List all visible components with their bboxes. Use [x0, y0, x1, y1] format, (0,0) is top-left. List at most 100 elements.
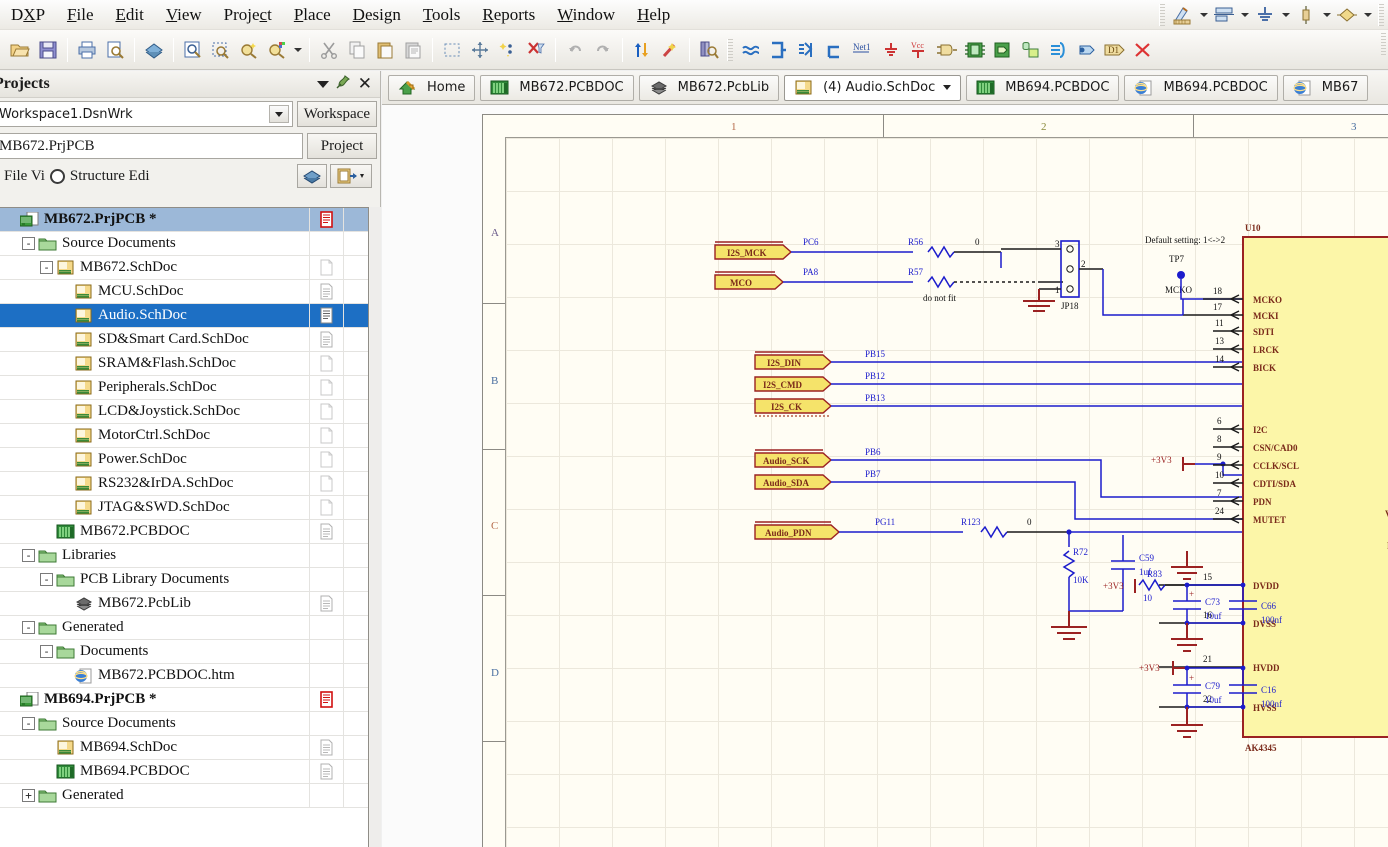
menu-window[interactable]: Window	[546, 3, 626, 27]
document-options-button[interactable]	[330, 164, 372, 188]
tree-item-mb672-pcblib[interactable]: MB672.PcbLib	[0, 592, 368, 616]
save-icon[interactable]	[34, 37, 62, 63]
net-label-icon[interactable]: Net1	[849, 37, 877, 63]
collapse-toggle-icon[interactable]: -	[22, 717, 35, 730]
tree-item-rs232-irda-schdoc[interactable]: RS232&IrDA.SchDoc	[0, 472, 368, 496]
pin-icon[interactable]	[336, 74, 351, 94]
toolbar-grip-3[interactable]	[727, 38, 733, 61]
menu-reports[interactable]: Reports	[471, 3, 546, 27]
port-audio-sda[interactable]: Audio_SDA	[754, 474, 833, 490]
tree-item-mb694-pcbdoc[interactable]: MB694.PCBDOC	[0, 760, 368, 784]
collapse-toggle-icon[interactable]: -	[22, 621, 35, 634]
resistor-icon[interactable]	[1292, 2, 1320, 28]
printer-icon[interactable]	[73, 37, 101, 63]
menu-file[interactable]: File	[56, 3, 104, 27]
device-sheet-icon[interactable]	[1017, 37, 1045, 63]
tree-item-mb672-schdoc[interactable]: - MB672.SchDoc	[0, 256, 368, 280]
expand-toggle-icon[interactable]: +	[22, 789, 35, 802]
toolbar-grip-2[interactable]	[1378, 4, 1384, 26]
view-mode-radio[interactable]	[49, 168, 65, 184]
board-icon[interactable]	[140, 37, 168, 63]
toolbar-grip[interactable]	[1159, 4, 1165, 26]
document-tab-home[interactable]: Home	[388, 74, 476, 101]
tree-item-libraries[interactable]: - Libraries	[0, 544, 368, 568]
redo-icon[interactable]	[589, 37, 617, 63]
menu-tools[interactable]: Tools	[412, 3, 472, 27]
resistor-r56[interactable]: R56 0	[908, 237, 980, 259]
port-mco[interactable]: MCO	[714, 271, 785, 290]
project-combo[interactable]: MB672.PrjPCB	[0, 133, 303, 159]
jumper-jp18[interactable]: 3 2 1 JP18	[1055, 239, 1086, 311]
collapse-toggle-icon[interactable]: -	[40, 645, 53, 658]
menu-dxp[interactable]: DXP	[0, 3, 56, 27]
zoom-selected-icon[interactable]	[235, 37, 263, 63]
tree-item-jtag-swd-schdoc[interactable]: JTAG&SWD.SchDoc	[0, 496, 368, 520]
document-tab-mb672-pcblib[interactable]: MB672.PcbLib	[638, 74, 780, 101]
tree-item-mb672-prjpcb[interactable]: MB672.PrjPCB *	[0, 208, 368, 232]
workspace-dropdown-arrow[interactable]	[268, 105, 289, 123]
gnd-power-icon-tb[interactable]	[877, 37, 905, 63]
tree-item-mb672-pcbdoc[interactable]: MB672.PCBDOC	[0, 520, 368, 544]
tab-file-view[interactable]: File Vi	[0, 166, 49, 187]
chevron-down-icon[interactable]	[943, 85, 952, 90]
tree-item-mb672-pcbdoc-htm[interactable]: MB672.PCBDOC.htm	[0, 664, 368, 688]
tree-item-pcb-library-documents[interactable]: - PCB Library Documents	[0, 568, 368, 592]
tree-item-documents[interactable]: - Documents	[0, 640, 368, 664]
drafting-icon[interactable]	[1169, 2, 1197, 28]
bus-icon[interactable]	[765, 37, 793, 63]
collapse-toggle-icon[interactable]: -	[22, 237, 35, 250]
harness-connector-icon[interactable]	[1045, 37, 1073, 63]
document-tab-4-audio-schdoc[interactable]: (4) Audio.SchDoc	[784, 74, 962, 101]
collapse-toggle-icon[interactable]: -	[40, 261, 53, 274]
port-i2s-cmd[interactable]: I2S_CMD	[754, 376, 833, 392]
tree-vertical-scrollbar[interactable]	[370, 207, 381, 847]
tree-item-peripherals-schdoc[interactable]: Peripherals.SchDoc	[0, 376, 368, 400]
toolbar-grip-4[interactable]	[1381, 33, 1386, 57]
part-icon[interactable]	[933, 37, 961, 63]
bus-entry-icon[interactable]	[793, 37, 821, 63]
resistor-r57[interactable]: R57 do not fit	[908, 267, 956, 303]
deselect-icon[interactable]	[494, 37, 522, 63]
copy-icon[interactable]	[343, 37, 371, 63]
tab-structure-editor[interactable]: Structure Edi	[66, 166, 154, 187]
menu-place[interactable]: Place	[283, 3, 342, 27]
paste-icon[interactable]	[371, 37, 399, 63]
port-i2s-mck[interactable]: I2S_MCK	[714, 241, 793, 260]
gnd-dropdown-caret[interactable]	[1279, 2, 1292, 28]
align-icon[interactable]	[1210, 2, 1238, 28]
capacitor-c73[interactable]: + C73 10uf	[1173, 585, 1222, 623]
close-icon[interactable]: ✕	[358, 74, 372, 94]
tree-item-audio-schdoc[interactable]: Audio.SchDoc	[0, 304, 368, 328]
collapse-toggle-icon[interactable]: -	[22, 549, 35, 562]
project-tree[interactable]: MB672.PrjPCB * - Source Documents - MB672.Sc…	[0, 207, 369, 847]
zoom-filtered-icon[interactable]	[263, 37, 291, 63]
gnd-power-icon[interactable]	[1251, 2, 1279, 28]
tree-item-generated[interactable]: + Generated	[0, 784, 368, 808]
capacitor-c79[interactable]: + C79 10uf	[1173, 668, 1222, 707]
library-icon[interactable]	[695, 37, 723, 63]
up-down-arrows-icon[interactable]	[628, 37, 656, 63]
pcb-compare-button[interactable]	[297, 164, 327, 188]
print-preview-icon[interactable]	[101, 37, 129, 63]
wire-icon[interactable]	[737, 37, 765, 63]
folder-open-icon[interactable]	[6, 37, 34, 63]
source-icon[interactable]	[1333, 2, 1361, 28]
undo-icon[interactable]	[561, 37, 589, 63]
tree-item-mcu-schdoc[interactable]: MCU.SchDoc	[0, 280, 368, 304]
resistor-dropdown-caret[interactable]	[1320, 2, 1333, 28]
sheet-entry-icon[interactable]	[989, 37, 1017, 63]
no-erc-icon[interactable]	[1129, 37, 1157, 63]
menu-help[interactable]: Help	[626, 3, 681, 27]
clear-filter-icon[interactable]	[522, 37, 550, 63]
tree-item-generated[interactable]: - Generated	[0, 616, 368, 640]
document-tab-mb672-pcbdoc[interactable]: MB672.PCBDOC	[480, 74, 634, 101]
align-dropdown-caret[interactable]	[1238, 2, 1251, 28]
port-i2s-din[interactable]: I2S_DIN	[754, 351, 833, 370]
tree-item-source-documents[interactable]: - Source Documents	[0, 232, 368, 256]
vcc-power-icon-tb[interactable]: Vcc	[905, 37, 933, 63]
harness-icon[interactable]	[821, 37, 849, 63]
menu-design[interactable]: Design	[342, 3, 412, 27]
menu-view[interactable]: View	[155, 3, 213, 27]
tree-item-lcd-joystick-schdoc[interactable]: LCD&Joystick.SchDoc	[0, 400, 368, 424]
resistor-r72[interactable]: R72 10K	[1062, 547, 1089, 585]
